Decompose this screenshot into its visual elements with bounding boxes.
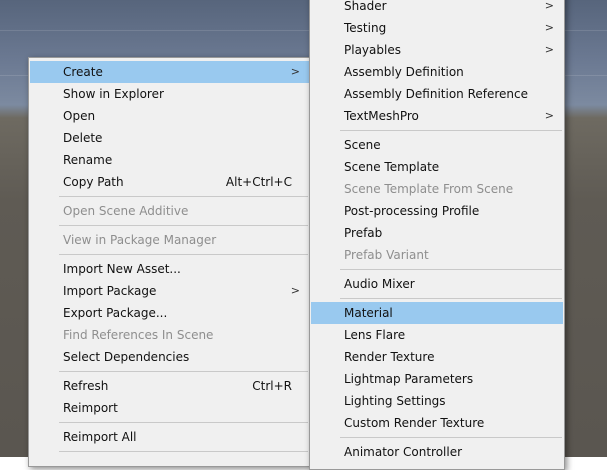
menu-item-label: Lightmap Parameters (344, 372, 474, 386)
menu-item-show-in-explorer[interactable]: Show in Explorer (30, 83, 309, 105)
menu-item-label: Render Texture (344, 350, 435, 364)
menu-item-label: Audio Mixer (344, 277, 415, 291)
menu-item-shortcut: Alt+Ctrl+C (225, 175, 292, 189)
menu-item-import-new-asset[interactable]: Import New Asset... (30, 258, 309, 280)
menu-item-label: Assembly Definition Reference (344, 87, 529, 101)
menu-item-label: Rename (63, 153, 113, 167)
menu-item-label: Delete (63, 131, 103, 145)
submenu-item-assembly-definition-reference[interactable]: Assembly Definition Reference (311, 83, 563, 105)
submenu-item-assembly-definition[interactable]: Assembly Definition (311, 61, 563, 83)
submenu-arrow-icon: > (544, 21, 554, 34)
menu-separator (59, 196, 308, 197)
submenu-item-lens-flare[interactable]: Lens Flare (311, 324, 563, 346)
menu-item-find-references-in-scene: Find References In Scene (30, 324, 309, 346)
menu-item-rename[interactable]: Rename (30, 149, 309, 171)
menu-item-label: Assembly Definition (344, 65, 464, 79)
submenu-arrow-icon: > (290, 284, 300, 297)
menu-item-label: Lighting Settings (344, 394, 446, 408)
submenu-item-scene-template[interactable]: Scene Template (311, 156, 563, 178)
submenu-arrow-icon: > (544, 0, 554, 12)
project-context-menu: Create > Show in Explorer Open Delete Re… (28, 57, 311, 467)
menu-item-label: Prefab (344, 226, 383, 240)
menu-item-label: Create (63, 65, 103, 79)
menu-item-delete[interactable]: Delete (30, 127, 309, 149)
submenu-item-testing[interactable]: Testing > (311, 17, 563, 39)
menu-item-open-scene-additive: Open Scene Additive (30, 200, 309, 222)
submenu-item-render-texture[interactable]: Render Texture (311, 346, 563, 368)
submenu-item-lightmap-parameters[interactable]: Lightmap Parameters (311, 368, 563, 390)
menu-item-label: Scene Template From Scene (344, 182, 514, 196)
menu-item-label: Show in Explorer (63, 87, 164, 101)
menu-item-import-package[interactable]: Import Package > (30, 280, 309, 302)
menu-item-label: Prefab Variant (344, 248, 429, 262)
menu-separator (59, 254, 308, 255)
menu-item-label: View in Package Manager (63, 233, 217, 247)
menu-item-label: Find References In Scene (63, 328, 214, 342)
menu-item-label: Reimport All (63, 430, 137, 444)
menu-item-label: Reimport (63, 401, 118, 415)
menu-separator (59, 225, 308, 226)
menu-item-select-dependencies[interactable]: Select Dependencies (30, 346, 309, 368)
submenu-item-shader[interactable]: Shader > (311, 0, 563, 17)
menu-item-reimport[interactable]: Reimport (30, 397, 309, 419)
submenu-item-scene-template-from-scene: Scene Template From Scene (311, 178, 563, 200)
menu-item-label: Material (344, 306, 393, 320)
menu-item-label: Playables (344, 43, 401, 57)
menu-item-open[interactable]: Open (30, 105, 309, 127)
submenu-item-material[interactable]: Material (311, 302, 563, 324)
menu-item-label: Select Dependencies (63, 350, 190, 364)
menu-item-label: Scene (344, 138, 381, 152)
menu-item-label: Custom Render Texture (344, 416, 485, 430)
menu-item-label: TextMeshPro (344, 109, 419, 123)
menu-item-reimport-all[interactable]: Reimport All (30, 426, 309, 448)
submenu-item-post-processing-profile[interactable]: Post-processing Profile (311, 200, 563, 222)
submenu-item-prefab-variant: Prefab Variant (311, 244, 563, 266)
submenu-item-animator-controller[interactable]: Animator Controller (311, 441, 563, 463)
submenu-item-prefab[interactable]: Prefab (311, 222, 563, 244)
submenu-item-textmeshpro[interactable]: TextMeshPro > (311, 105, 563, 127)
submenu-item-custom-render-texture[interactable]: Custom Render Texture (311, 412, 563, 434)
menu-item-refresh[interactable]: Refresh Ctrl+R (30, 375, 309, 397)
menu-item-shortcut: Ctrl+R (252, 379, 292, 393)
submenu-arrow-icon: > (544, 43, 554, 56)
menu-item-label: Lens Flare (344, 328, 406, 342)
menu-separator (59, 371, 308, 372)
menu-item-label: Shader (344, 0, 387, 13)
menu-separator (59, 451, 308, 452)
submenu-arrow-icon: > (544, 109, 554, 122)
menu-item-export-package[interactable]: Export Package... (30, 302, 309, 324)
menu-separator (340, 298, 562, 299)
submenu-item-scene[interactable]: Scene (311, 134, 563, 156)
menu-item-view-in-package-manager: View in Package Manager (30, 229, 309, 251)
menu-item-label: Copy Path (63, 175, 124, 189)
menu-separator (340, 130, 562, 131)
submenu-item-lighting-settings[interactable]: Lighting Settings (311, 390, 563, 412)
menu-item-label: Scene Template (344, 160, 440, 174)
menu-item-create[interactable]: Create > (30, 61, 309, 83)
submenu-item-playables[interactable]: Playables > (311, 39, 563, 61)
menu-separator (340, 269, 562, 270)
submenu-item-audio-mixer[interactable]: Audio Mixer (311, 273, 563, 295)
menu-separator (59, 422, 308, 423)
menu-item-label: Import New Asset... (63, 262, 181, 276)
menu-item-label: Open Scene Additive (63, 204, 189, 218)
menu-separator (340, 437, 562, 438)
menu-item-label: Export Package... (63, 306, 168, 320)
menu-item-label: Refresh (63, 379, 109, 393)
menu-item-label: Open (63, 109, 96, 123)
menu-item-label: Import Package (63, 284, 157, 298)
submenu-arrow-icon: > (290, 65, 300, 78)
create-submenu: Shader > Testing > Playables > Assembly … (309, 0, 565, 470)
menu-item-label: Testing (344, 21, 387, 35)
menu-item-label: Post-processing Profile (344, 204, 480, 218)
menu-item-copy-path[interactable]: Copy Path Alt+Ctrl+C (30, 171, 309, 193)
